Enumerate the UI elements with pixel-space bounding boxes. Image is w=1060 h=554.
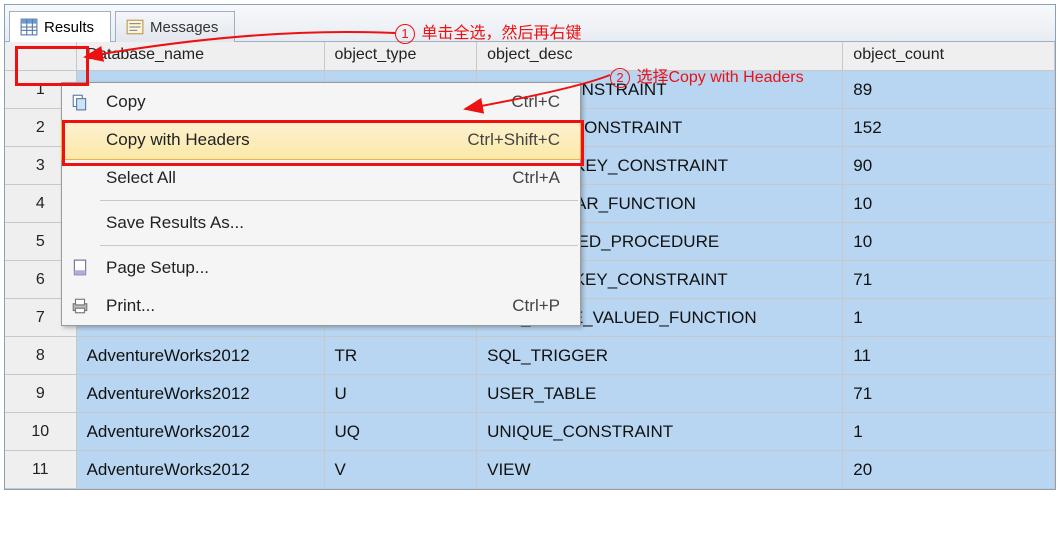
context-menu: Copy Ctrl+C Copy with Headers Ctrl+Shift… <box>61 82 581 326</box>
cell-object-count[interactable]: 71 <box>843 261 1055 299</box>
cell-object-type[interactable]: TR <box>325 337 478 375</box>
row-number[interactable]: 8 <box>5 337 77 375</box>
menu-print[interactable]: Print... Ctrl+P <box>62 287 580 325</box>
cell-database-name[interactable]: AdventureWorks2012 <box>77 337 325 375</box>
row-number[interactable]: 10 <box>5 413 77 451</box>
cell-object-type[interactable]: UQ <box>325 413 478 451</box>
row-number[interactable]: 9 <box>5 375 77 413</box>
messages-icon <box>126 18 144 36</box>
col-object-type[interactable]: object_type <box>325 42 478 70</box>
menu-copy-label: Copy <box>98 92 511 112</box>
menu-print-label: Print... <box>98 296 512 316</box>
table-row[interactable]: 11AdventureWorks2012VVIEW20 <box>5 451 1055 489</box>
copy-icon <box>62 93 98 111</box>
col-object-count[interactable]: object_count <box>843 42 1055 70</box>
tab-messages[interactable]: Messages <box>115 11 235 42</box>
menu-copy[interactable]: Copy Ctrl+C <box>62 83 580 121</box>
header-row: Database_name object_type object_desc ob… <box>5 42 1055 71</box>
cell-object-desc[interactable]: SQL_TRIGGER <box>477 337 843 375</box>
menu-copy-shortcut: Ctrl+C <box>511 92 572 112</box>
cell-object-count[interactable]: 10 <box>843 185 1055 223</box>
print-icon <box>62 297 98 315</box>
cell-object-count[interactable]: 11 <box>843 337 1055 375</box>
cell-object-count[interactable]: 1 <box>843 299 1055 337</box>
menu-page-setup[interactable]: Page Setup... <box>62 249 580 287</box>
menu-page-setup-label: Page Setup... <box>98 258 572 278</box>
row-number[interactable]: 11 <box>5 451 77 489</box>
cell-object-count[interactable]: 89 <box>843 71 1055 109</box>
menu-save-results-as[interactable]: Save Results As... <box>62 204 580 242</box>
annotation-box-1 <box>15 46 89 86</box>
annotation-2-text: 选择Copy with Headers <box>636 69 803 86</box>
cell-object-count[interactable]: 152 <box>843 109 1055 147</box>
results-pane: Results Messages Database_name object_ty… <box>4 4 1056 490</box>
menu-print-shortcut: Ctrl+P <box>512 296 572 316</box>
table-row[interactable]: 10AdventureWorks2012UQUNIQUE_CONSTRAINT1 <box>5 413 1055 451</box>
cell-object-type[interactable]: V <box>325 451 478 489</box>
table-row[interactable]: 9AdventureWorks2012UUSER_TABLE71 <box>5 375 1055 413</box>
annotation-1-number: 1 <box>395 24 415 44</box>
annotation-1: 1 单击全选，然后再右键 <box>395 19 581 44</box>
menu-select-all-label: Select All <box>98 168 512 188</box>
menu-save-as-label: Save Results As... <box>98 213 572 233</box>
cell-object-count[interactable]: 71 <box>843 375 1055 413</box>
cell-database-name[interactable]: AdventureWorks2012 <box>77 451 325 489</box>
col-database-name[interactable]: Database_name <box>77 42 325 70</box>
annotation-box-2 <box>62 120 584 166</box>
cell-object-count[interactable]: 1 <box>843 413 1055 451</box>
cell-object-count[interactable]: 10 <box>843 223 1055 261</box>
cell-database-name[interactable]: AdventureWorks2012 <box>77 413 325 451</box>
cell-object-count[interactable]: 20 <box>843 451 1055 489</box>
cell-object-type[interactable]: U <box>325 375 478 413</box>
tab-results-label: Results <box>44 19 94 36</box>
cell-database-name[interactable]: AdventureWorks2012 <box>77 375 325 413</box>
menu-select-all-shortcut: Ctrl+A <box>512 168 572 188</box>
cell-object-desc[interactable]: VIEW <box>477 451 843 489</box>
page-setup-icon <box>62 259 98 277</box>
cell-object-count[interactable]: 90 <box>843 147 1055 185</box>
cell-object-desc[interactable]: UNIQUE_CONSTRAINT <box>477 413 843 451</box>
menu-separator <box>100 245 578 246</box>
grid-icon <box>20 18 38 36</box>
cell-object-desc[interactable]: USER_TABLE <box>477 375 843 413</box>
annotation-1-text: 单击全选，然后再右键 <box>421 25 581 42</box>
menu-separator <box>100 200 578 201</box>
tab-messages-label: Messages <box>150 19 218 36</box>
tab-results[interactable]: Results <box>9 11 111 42</box>
annotation-2: 2 选择Copy with Headers <box>610 63 804 88</box>
table-row[interactable]: 8AdventureWorks2012TRSQL_TRIGGER11 <box>5 337 1055 375</box>
annotation-2-number: 2 <box>610 68 630 88</box>
